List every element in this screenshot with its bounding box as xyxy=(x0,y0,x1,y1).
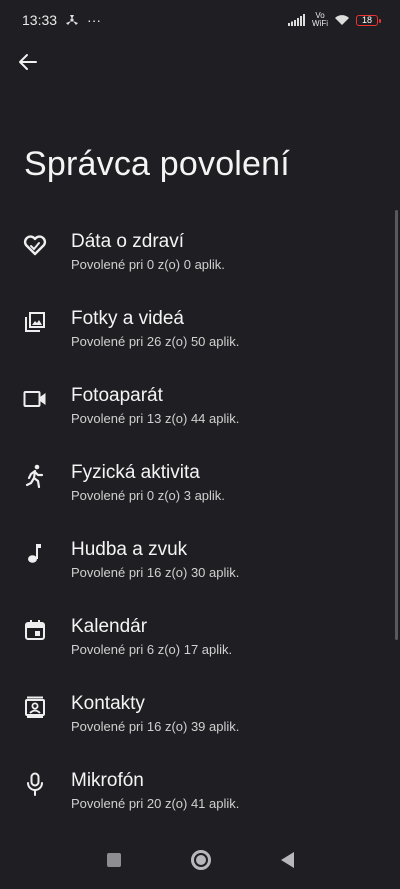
permission-label: Kalendár xyxy=(71,616,148,637)
permission-list: Dáta o zdraví Povolené pri 0 z(o) 0 apli… xyxy=(0,218,400,834)
photos-icon xyxy=(22,309,48,335)
permission-item-health-data[interactable]: Dáta o zdraví Povolené pri 0 z(o) 0 apli… xyxy=(0,218,400,295)
more-notifications-icon: ··· xyxy=(87,12,102,28)
calendar-icon xyxy=(22,617,48,643)
permission-label: Mikrofón xyxy=(71,770,144,791)
permission-label: Fotoaparát xyxy=(71,385,163,406)
arrow-left-icon xyxy=(18,52,38,72)
running-icon xyxy=(22,463,48,489)
health-icon xyxy=(22,232,48,258)
permission-item-photos-videos[interactable]: Fotky a videá Povolené pri 26 z(o) 50 ap… xyxy=(0,295,400,372)
vowifi-indicator: Vo WiFi xyxy=(312,12,328,28)
permission-item-physical-activity[interactable]: Fyzická aktivita Povolené pri 0 z(o) 3 a… xyxy=(0,449,400,526)
permission-summary: Povolené pri 0 z(o) 3 aplik. xyxy=(71,488,225,503)
permission-summary: Povolené pri 16 z(o) 39 aplik. xyxy=(71,719,240,734)
camera-icon xyxy=(22,386,48,412)
permission-item-microphone[interactable]: Mikrofón Povolené pri 20 z(o) 41 aplik. xyxy=(0,757,400,834)
status-bar-right: Vo WiFi 18 xyxy=(288,12,381,28)
clock: 13:33 xyxy=(22,12,58,28)
permission-item-music-audio[interactable]: Hudba a zvuk Povolené pri 16 z(o) 30 apl… xyxy=(0,526,400,603)
vowifi-bottom: WiFi xyxy=(312,19,328,28)
system-back-button[interactable] xyxy=(280,852,294,868)
permission-label: Hudba a zvuk xyxy=(71,539,188,560)
permission-label: Fyzická aktivita xyxy=(71,462,200,483)
permission-label: Kontakty xyxy=(71,693,145,714)
permission-summary: Povolené pri 0 z(o) 0 aplik. xyxy=(71,257,225,272)
scrollbar[interactable] xyxy=(395,210,398,640)
home-button[interactable] xyxy=(190,850,211,870)
permission-summary: Povolené pri 20 z(o) 41 aplik. xyxy=(71,796,240,811)
recents-button[interactable] xyxy=(106,853,121,867)
microphone-icon xyxy=(22,771,48,797)
permission-summary: Povolené pri 26 z(o) 50 aplik. xyxy=(71,334,240,349)
back-button[interactable] xyxy=(14,48,42,76)
battery-indicator: 18 xyxy=(356,14,381,26)
permission-item-camera[interactable]: Fotoaparát Povolené pri 13 z(o) 44 aplik… xyxy=(0,372,400,449)
status-bar: 13:33 ··· Vo WiFi 18 xyxy=(0,0,400,40)
status-bar-left: 13:33 ··· xyxy=(22,12,101,28)
permission-item-contacts[interactable]: Kontakty Povolené pri 16 z(o) 39 aplik. xyxy=(0,680,400,757)
permission-summary: Povolené pri 16 z(o) 30 aplik. xyxy=(71,565,240,580)
permission-summary: Povolené pri 13 z(o) 44 aplik. xyxy=(71,411,240,426)
wifi-icon xyxy=(334,14,350,26)
permission-label: Fotky a videá xyxy=(71,308,184,329)
fan-icon xyxy=(65,14,79,26)
page-title: Správca povolení xyxy=(24,145,290,183)
system-nav-bar xyxy=(0,831,400,889)
permission-item-calendar[interactable]: Kalendár Povolené pri 6 z(o) 17 aplik. xyxy=(0,603,400,680)
contacts-icon xyxy=(22,694,48,720)
signal-icon xyxy=(288,14,306,26)
permission-summary: Povolené pri 6 z(o) 17 aplik. xyxy=(71,642,233,657)
permission-label: Dáta o zdraví xyxy=(71,231,184,252)
music-note-icon xyxy=(22,540,48,566)
